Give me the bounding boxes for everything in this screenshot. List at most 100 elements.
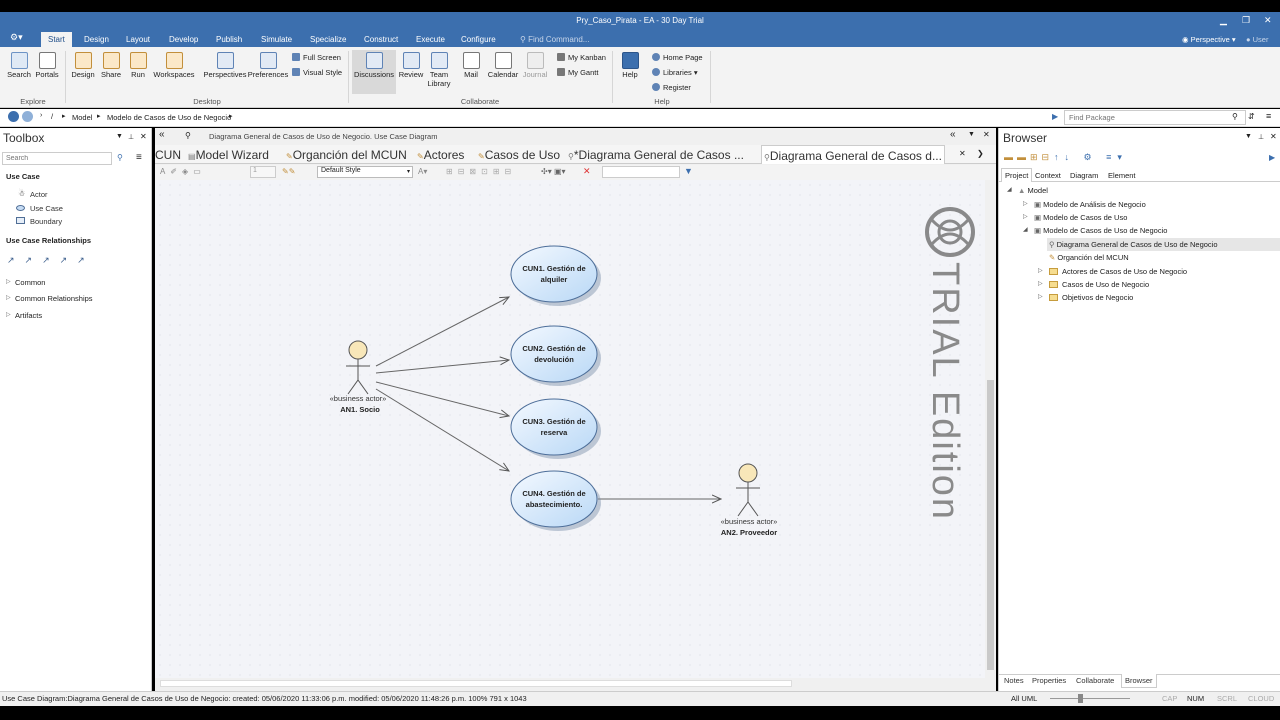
menu-icon[interactable]: ≡ <box>1266 111 1271 121</box>
review-button[interactable]: Review <box>398 52 424 79</box>
section-artifacts[interactable]: Artifacts <box>15 311 42 320</box>
horizontal-scrollbar[interactable] <box>155 678 985 689</box>
browser-toolbar-icons[interactable]: ▬▬⊞⊟ <box>1004 152 1053 163</box>
bottom-tab-browser[interactable]: Browser <box>1121 674 1157 688</box>
expand-arrow-icon[interactable]: ▶ <box>1269 153 1275 162</box>
font-icon[interactable]: A▾ <box>418 167 427 176</box>
tab-design[interactable]: Design <box>77 32 116 47</box>
full-screen-button[interactable]: Full Screen <box>292 53 341 62</box>
dropdown-icon[interactable]: ▼ <box>116 133 123 140</box>
vertical-scroll-thumb[interactable] <box>987 380 994 670</box>
tree-item[interactable]: ▷ ▣ Modelo de Casos de Uso <box>1023 213 1127 222</box>
section-use-case-relationships[interactable]: Use Case Relationships <box>6 236 91 245</box>
line-width-select[interactable]: 1 <box>250 166 276 178</box>
filter-icon[interactable]: ⇵ <box>1248 112 1255 121</box>
section-common[interactable]: Common <box>15 278 45 287</box>
tab-diagrama-general-active[interactable]: ⚲Diagrama General de Casos d... <box>761 145 945 164</box>
toolbox-search-input[interactable] <box>2 152 112 165</box>
share-button[interactable]: Share <box>98 52 124 79</box>
layout-icons[interactable]: ✣▾ ▣▾ <box>541 167 566 176</box>
bottom-tab-notes[interactable]: Notes <box>1004 676 1024 685</box>
tab-casos-de-uso[interactable]: ✎Casos de Uso <box>478 148 560 162</box>
breadcrumb-model[interactable]: Model <box>72 113 92 122</box>
pin-icon[interactable]: ⊥ <box>128 133 134 141</box>
visual-style-button[interactable]: Visual Style <box>292 68 342 77</box>
association-an1-cun2[interactable] <box>375 360 509 374</box>
tab-model-wizard[interactable]: ▤Model Wizard <box>188 148 269 162</box>
align-icons[interactable]: ⊞⊟⊠⊡⊞⊟ <box>446 167 516 176</box>
back-icon[interactable] <box>8 111 19 122</box>
workspaces-button[interactable]: Workspaces <box>152 52 196 79</box>
breadcrumb-package[interactable]: Modelo de Casos de Uso de Negocio <box>107 113 231 122</box>
perspective-button[interactable]: ◉ Perspective ▾ <box>1182 35 1236 44</box>
tree-item[interactable]: ▷ Actores de Casos de Uso de Negocio <box>1038 267 1187 276</box>
tab-publish[interactable]: Publish <box>209 32 249 47</box>
tab-execute[interactable]: Execute <box>409 32 452 47</box>
my-gantt-button[interactable]: My Gantt <box>557 68 598 77</box>
style-select[interactable]: Default Style ▾ <box>317 166 413 178</box>
status-mode[interactable]: All UML <box>1011 692 1037 706</box>
format-icons[interactable]: A✐◈▭ <box>160 167 206 176</box>
actor-an2[interactable]: «business actor» AN2. Proveedor <box>721 463 778 537</box>
search-icon[interactable]: ⚲ <box>1232 112 1238 121</box>
register-button[interactable]: Register <box>652 83 691 92</box>
team-library-button[interactable]: Team Library <box>426 52 452 88</box>
toolbox-item-actor[interactable]: Actor <box>30 190 48 199</box>
bottom-tab-collaborate[interactable]: Collaborate <box>1076 676 1114 685</box>
format-painter-icon[interactable]: ✎✎ <box>282 167 295 176</box>
menu-icon[interactable]: ≡ <box>136 152 142 163</box>
zoom-slider[interactable] <box>1050 698 1130 699</box>
tab-develop[interactable]: Develop <box>162 32 205 47</box>
tab-layout[interactable]: Layout <box>119 32 157 47</box>
use-case-cun3[interactable]: CUN3. Gestión de reserva <box>510 398 601 459</box>
scroll-right-icon[interactable]: ❯ <box>977 149 984 158</box>
tab-simulate[interactable]: Simulate <box>254 32 299 47</box>
tab-organcion[interactable]: ✎Organción del MCUN <box>286 148 407 162</box>
dropdown-icon[interactable]: ▼ <box>1245 133 1252 140</box>
toolbox-item-boundary[interactable]: Boundary <box>30 217 62 226</box>
pin-icon[interactable]: ⊥ <box>1258 133 1264 141</box>
journal-button[interactable]: Journal <box>521 52 549 79</box>
use-case-cun2[interactable]: CUN2. Gestión de devolución <box>510 325 601 386</box>
tab-actores[interactable]: ✎Actores <box>417 148 464 162</box>
tab-configure[interactable]: Configure <box>454 32 503 47</box>
association-an1-cun4[interactable] <box>375 388 509 471</box>
preferences-button[interactable]: Preferences <box>247 52 289 79</box>
close-icon[interactable]: ✕ <box>983 130 990 139</box>
maximize-icon[interactable]: ❐ <box>1242 12 1250 29</box>
tree-item[interactable]: ◢ ▲ Model <box>1007 186 1048 195</box>
zoom-slider-thumb[interactable] <box>1078 694 1083 703</box>
relationship-icons[interactable]: ↗↗↗↗↗ <box>7 255 95 266</box>
search-icon[interactable]: ⚲ <box>117 153 123 162</box>
move-icons[interactable]: ↑↓ ⚙ ≡▾ <box>1054 152 1128 163</box>
tree-item[interactable]: ▷ ▣ Modelo de Análisis de Negocio <box>1023 200 1146 209</box>
user-button[interactable]: ● User <box>1246 35 1268 44</box>
expand-arrow-icon[interactable]: ▶ <box>1052 112 1058 121</box>
portals-button[interactable]: Portals <box>34 52 60 79</box>
app-menu-icon[interactable]: ⚙▾ <box>10 32 23 43</box>
search-button[interactable]: Search <box>6 52 32 79</box>
perspectives-button[interactable]: Perspectives <box>203 52 247 79</box>
close-icon[interactable]: ✕ <box>1270 132 1277 141</box>
run-button[interactable]: Run <box>125 52 151 79</box>
association-an1-cun3[interactable] <box>375 381 509 416</box>
section-use-case[interactable]: Use Case <box>6 172 40 181</box>
close-icon[interactable]: ✕ <box>140 132 147 141</box>
browser-tab-element[interactable]: Element <box>1108 171 1136 180</box>
mail-button[interactable]: Mail <box>460 52 482 79</box>
close-icon[interactable]: ✕ <box>1264 12 1272 29</box>
delete-icon[interactable]: ✕ <box>583 166 591 177</box>
find-package-input[interactable] <box>1064 110 1246 125</box>
section-common-relationships[interactable]: Common Relationships <box>15 294 93 303</box>
tab-construct[interactable]: Construct <box>357 32 405 47</box>
dropdown-icon[interactable]: ▼ <box>968 131 975 138</box>
tree-item-selected[interactable]: ⚲ Diagrama General de Casos de Uso de Ne… <box>1047 238 1280 251</box>
collapse-left-icon[interactable]: « <box>159 129 165 140</box>
breadcrumb-root[interactable]: / <box>51 112 53 121</box>
toolbox-item-use-case[interactable]: Use Case <box>30 204 63 213</box>
close-tab-icon[interactable]: ✕ <box>959 149 966 158</box>
actor-an1[interactable]: «business actor» AN1. Socio <box>330 340 387 414</box>
browser-tab-project[interactable]: Project <box>1001 168 1033 182</box>
filter-icon[interactable]: ▼ <box>684 166 693 176</box>
tree-item[interactable]: ▷ Casos de Uso de Negocio <box>1038 280 1149 289</box>
